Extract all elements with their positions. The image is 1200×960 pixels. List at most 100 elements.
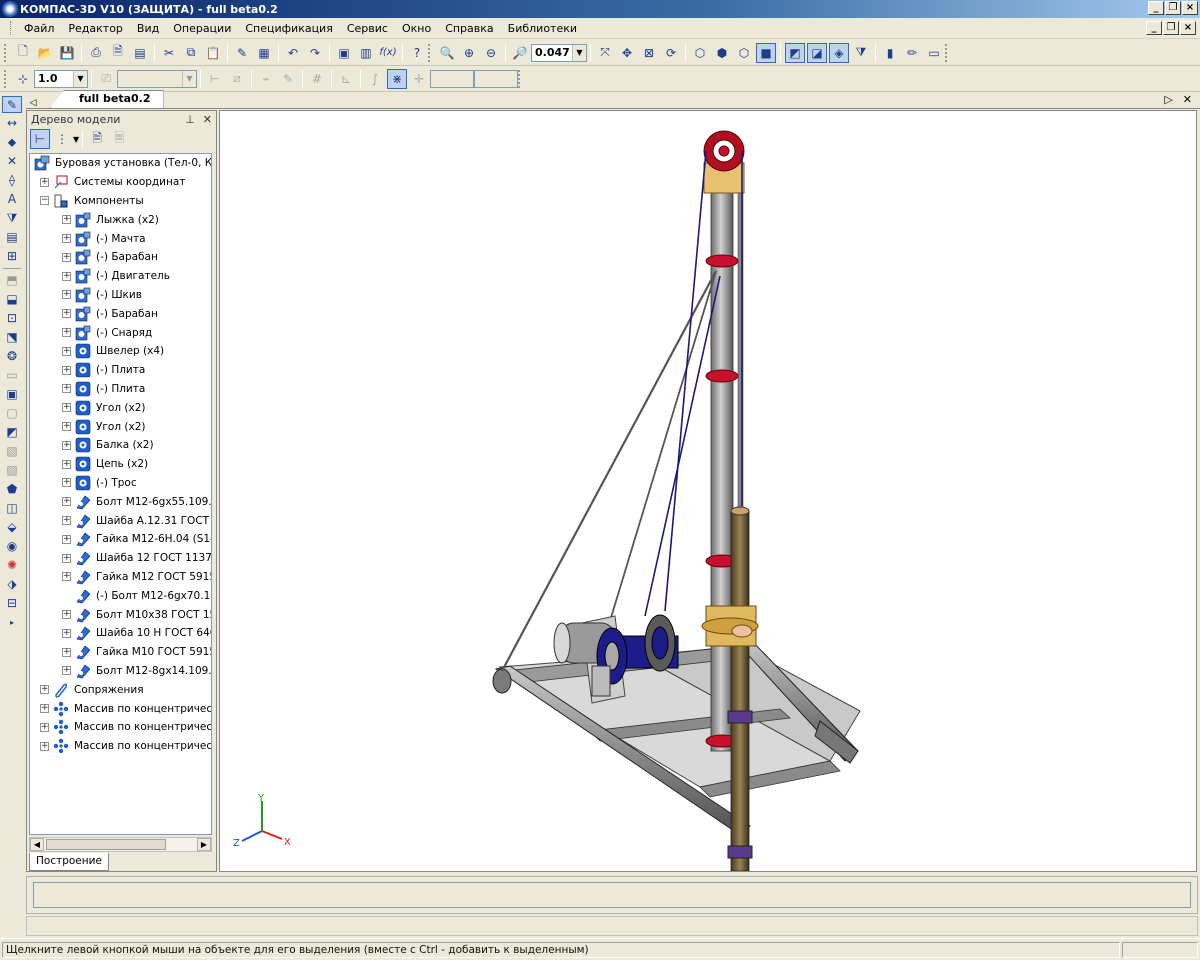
close-button[interactable]: ×	[1182, 1, 1198, 15]
measure-icon[interactable]: ▮	[880, 43, 900, 63]
expand-icon[interactable]: +	[62, 290, 71, 300]
menu-libraries[interactable]: Библиотеки	[501, 22, 584, 35]
cursor-coords-icon[interactable]: ✛	[409, 69, 429, 89]
drilling-rig-model[interactable]: Y X Z	[220, 111, 1197, 872]
library-icon[interactable]: ⬗	[2, 576, 22, 593]
tree-node[interactable]: + Гайка М12-6Н.04 (S18)	[30, 530, 211, 549]
sketch-icon[interactable]: ⬒	[2, 272, 22, 289]
tree-node[interactable]: + (-) Плита	[30, 361, 211, 380]
zoom-in-icon[interactable]: 🔍	[437, 43, 457, 63]
copy-icon[interactable]: ⧉	[181, 43, 201, 63]
tree-node[interactable]: + Шайба 10 Н ГОСТ 6402	[30, 624, 211, 643]
tree-node[interactable]: + Болт М10x38 ГОСТ 155	[30, 605, 211, 624]
expand-icon[interactable]: +	[40, 722, 49, 732]
tree-node[interactable]: + Швелер (x4)	[30, 342, 211, 361]
menu-file[interactable]: Файл	[17, 22, 61, 35]
tree-node[interactable]: + (-) Снаряд	[30, 323, 211, 342]
menu-specification[interactable]: Спецификация	[238, 22, 339, 35]
tree-node[interactable]: + (-) Барабан	[30, 304, 211, 323]
properties-icon[interactable]: ▤	[130, 43, 150, 63]
redo-icon[interactable]: ↷	[305, 43, 325, 63]
help-pointer-icon[interactable]: ?	[407, 43, 427, 63]
section-icon[interactable]: ◈	[829, 42, 849, 63]
revolve-icon[interactable]: ◉	[2, 538, 22, 555]
snap-icon[interactable]: ⌁	[256, 69, 276, 89]
brush-icon[interactable]: ✏	[902, 43, 922, 63]
mdi-minimize-button[interactable]: _	[1146, 21, 1162, 35]
loft-icon[interactable]: ✺	[2, 557, 22, 574]
orientation-icon[interactable]: ⤧	[595, 43, 615, 63]
tree-node[interactable]: + Болт М12-8gx14.109.30	[30, 662, 211, 681]
tree-node[interactable]: + Цепь (x2)	[30, 455, 211, 474]
ortho-icon[interactable]: ⊾	[336, 69, 356, 89]
expand-icon[interactable]: +	[62, 346, 71, 356]
expand-icon[interactable]: +	[62, 271, 71, 281]
new-document-icon[interactable]: 🗋	[13, 43, 33, 63]
model-viewport[interactable]: Y X Z	[219, 110, 1197, 872]
expand-panel-icon[interactable]: ▸	[2, 614, 22, 631]
display-icon[interactable]: ▭	[924, 43, 944, 63]
pin-icon[interactable]: ⊥	[185, 113, 195, 126]
tree-node[interactable]: + Шайба А.12.31 ГОСТ 11	[30, 511, 211, 530]
expand-icon[interactable]: +	[40, 741, 49, 751]
expand-icon[interactable]: +	[62, 440, 71, 450]
tab-full-beta[interactable]: full beta0.2	[50, 90, 164, 108]
zoom-out-icon[interactable]: ⊖	[481, 43, 501, 63]
print-icon[interactable]: ⎙	[86, 43, 106, 63]
expand-icon[interactable]: +	[62, 252, 71, 262]
expand-icon[interactable]: +	[62, 478, 71, 488]
cut-extrude-icon[interactable]: ▣	[2, 386, 22, 403]
undo-icon[interactable]: ↶	[283, 43, 303, 63]
zoom-window-icon[interactable]: ⊕	[459, 43, 479, 63]
tree-node[interactable]: + Балка (x2)	[30, 436, 211, 455]
tree-view-mode-icon[interactable]: ⋮	[52, 129, 72, 149]
expand-icon[interactable]: +	[62, 572, 71, 582]
tree-node[interactable]: + Болт М12-6gx55.109.30	[30, 492, 211, 511]
mates-tool-icon[interactable]: ⟠	[2, 172, 22, 189]
tab-scroll-right-icon[interactable]: ▷	[1164, 93, 1172, 106]
rotate-icon[interactable]: ⟳	[661, 43, 681, 63]
expand-icon[interactable]: +	[62, 403, 71, 413]
insert-part-icon[interactable]: ⊡	[2, 310, 22, 327]
surface-icon[interactable]: ⬙	[2, 519, 22, 536]
filter-tool-icon[interactable]: ⧩	[2, 210, 22, 227]
tree-node[interactable]: + Угол (x2)	[30, 398, 211, 417]
rib-icon[interactable]: ⬟	[2, 481, 22, 498]
filter-icon[interactable]: ⧩	[851, 43, 871, 63]
hidden-lines-icon[interactable]: ⬢	[712, 43, 732, 63]
tree-structure-icon[interactable]: ⊢	[30, 129, 50, 149]
tree-node[interactable]: + Сопряжения	[30, 680, 211, 699]
menu-help[interactable]: Справка	[438, 22, 500, 35]
menu-edit[interactable]: Редактор	[61, 22, 130, 35]
shaded-edges-icon[interactable]: ◩	[785, 42, 805, 63]
zoom-combo[interactable]: 0.047 ▼	[531, 43, 587, 62]
chevron-down-icon[interactable]: ▼	[73, 135, 79, 144]
extrude-icon[interactable]: ▭	[2, 367, 22, 384]
layer-combo[interactable]: ▼	[117, 69, 197, 88]
minimize-button[interactable]: _	[1148, 1, 1164, 15]
pan-icon[interactable]: ✥	[617, 43, 637, 63]
tab-scroll-left-icon[interactable]: ◁	[26, 98, 40, 108]
expand-icon[interactable]: +	[62, 534, 71, 544]
hidden-thin-icon[interactable]: ⬡	[734, 43, 754, 63]
layer-icon[interactable]: ⎚	[96, 69, 116, 89]
variables-icon[interactable]: ▥	[356, 43, 376, 63]
reports-icon[interactable]: ⊞	[2, 248, 22, 265]
close-document-icon[interactable]: ✕	[1183, 93, 1192, 106]
kompas-app-icon[interactable]	[2, 1, 18, 17]
pattern-icon[interactable]: ◫	[2, 500, 22, 517]
close-panel-icon[interactable]: ✕	[203, 113, 212, 126]
save-icon[interactable]: 💾	[57, 43, 77, 63]
tree-node[interactable]: (-) Болт М12-6gx70.109	[30, 586, 211, 605]
tree-node[interactable]: + (-) Плита	[30, 380, 211, 399]
toolbar-grip[interactable]	[4, 43, 8, 62]
menu-operations[interactable]: Операции	[166, 22, 238, 35]
expand-icon[interactable]: +	[62, 309, 71, 319]
tree-node[interactable]: + (-) Шкив	[30, 286, 211, 305]
scroll-left-icon[interactable]: ◀	[30, 838, 44, 851]
tree-root[interactable]: Буровая установка (Тел-0, Комп	[30, 154, 211, 173]
local-cs-icon[interactable]: ⊢	[205, 69, 225, 89]
tree-node[interactable]: + Лыжка (x2)	[30, 210, 211, 229]
tree-node[interactable]: + Шайба 12 ГОСТ 11371-	[30, 549, 211, 568]
measure-tool-icon[interactable]: ✕	[2, 153, 22, 170]
